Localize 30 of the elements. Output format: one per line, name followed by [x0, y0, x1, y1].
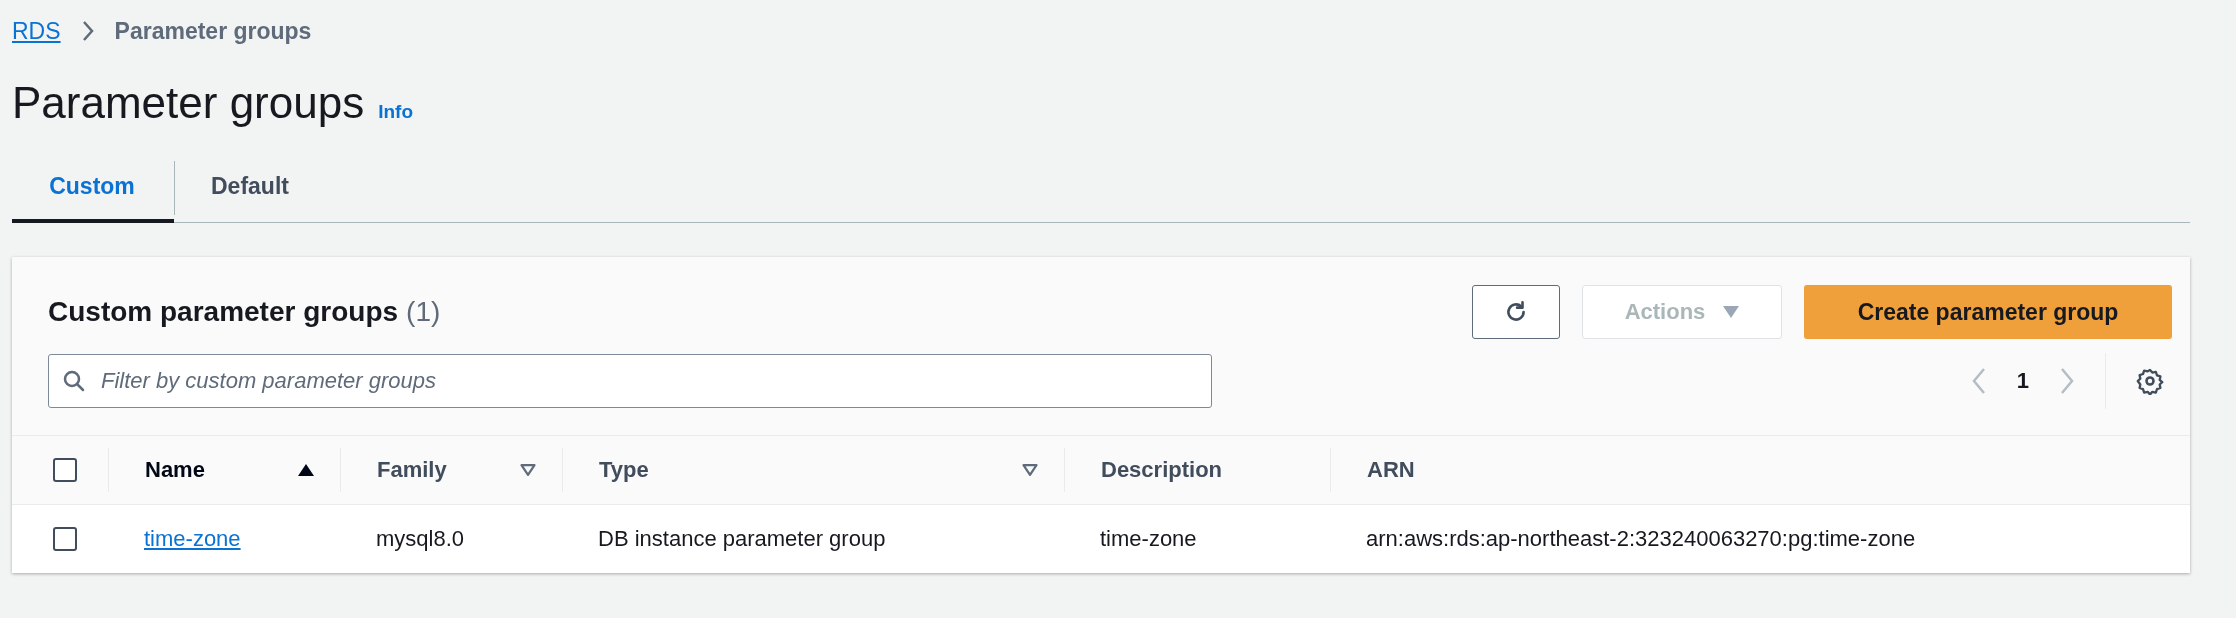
breadcrumb-current: Parameter groups: [114, 17, 312, 45]
column-header[interactable]: Description: [1101, 457, 1223, 483]
chevron-right-icon: [80, 20, 95, 42]
name-link[interactable]: time-zone: [144, 526, 241, 551]
table-cell: DB instance parameter group: [598, 526, 886, 551]
column-header[interactable]: Name: [145, 457, 205, 483]
checkbox[interactable]: [53, 458, 77, 482]
page-title: Parameter groups: [12, 78, 365, 128]
breadcrumb-link[interactable]: RDS: [12, 17, 61, 45]
tab[interactable]: Default: [175, 154, 325, 223]
sort-icon[interactable]: [1022, 464, 1038, 476]
info-link[interactable]: Info: [378, 101, 413, 123]
column-header[interactable]: ARN: [1367, 457, 1415, 483]
item-count: (1): [406, 296, 441, 328]
create-button[interactable]: Create parameter group: [1804, 285, 2172, 339]
sort-ascending-icon[interactable]: [298, 464, 314, 476]
settings-icon[interactable]: [2136, 367, 2164, 395]
tab[interactable]: Custom: [12, 154, 174, 223]
panel-title: Custom parameter groups: [48, 296, 399, 328]
page-number[interactable]: 1: [2016, 368, 2029, 394]
table-cell: mysql8.0: [376, 526, 465, 551]
table-cell: time-zone: [1100, 526, 1197, 551]
sort-icon[interactable]: [520, 464, 536, 476]
checkbox[interactable]: [53, 527, 77, 551]
refresh-button[interactable]: [1472, 285, 1560, 339]
column-header[interactable]: Family: [377, 457, 447, 483]
filter-field[interactable]: Filter by custom parameter groups: [48, 354, 1212, 408]
caret-down-icon: [1723, 306, 1740, 318]
column-header[interactable]: Type: [599, 457, 649, 483]
table-cell: arn:aws:rds:ap-northeast-2:323240063270:pg:time-zone: [1366, 526, 1916, 551]
